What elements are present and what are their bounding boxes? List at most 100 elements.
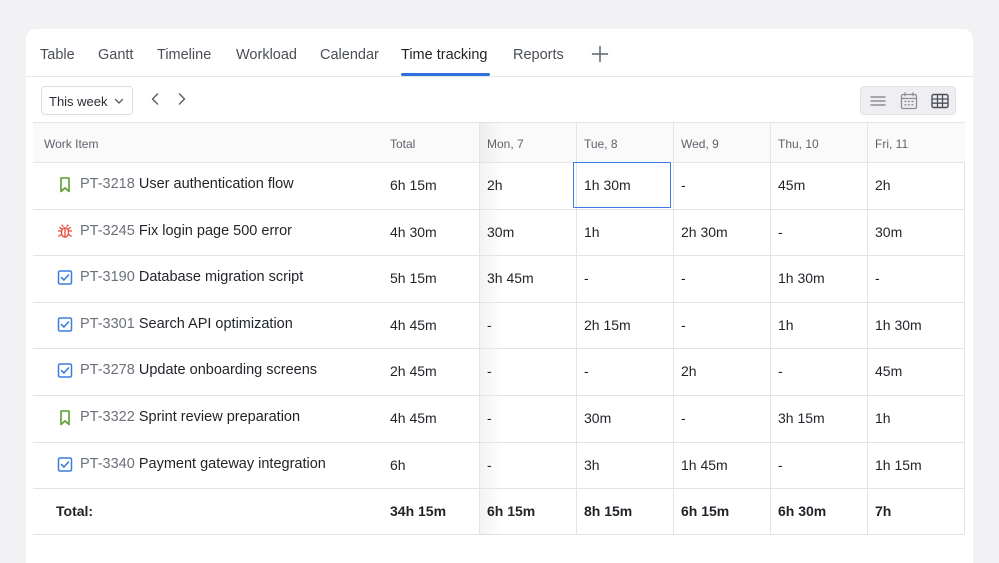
period-select[interactable]: This week xyxy=(41,86,133,115)
view-tabs: Table Gantt Timeline Workload Calendar T… xyxy=(26,29,973,77)
table-row: PT-3340 Payment gateway integration 6h - 3h… xyxy=(33,442,965,488)
time-cell-fri[interactable]: 1h 30m xyxy=(875,317,922,333)
table-view-icon[interactable] xyxy=(929,91,951,111)
time-cell-wed[interactable]: 2h xyxy=(681,363,697,379)
time-cell-wed[interactable]: - xyxy=(681,270,686,286)
time-cell-tue[interactable]: 30m xyxy=(584,410,611,426)
time-cell-mon[interactable]: 30m xyxy=(487,224,514,240)
totals-row: Total: 34h 15m 6h 15m 8h 15m 6h 15m 6h 3… xyxy=(33,488,965,534)
time-cell-wed[interactable]: - xyxy=(681,410,686,426)
time-cell-wed[interactable]: 2h 30m xyxy=(681,224,728,240)
tab-table[interactable]: Table xyxy=(40,47,75,63)
time-cell-mon[interactable]: - xyxy=(487,363,492,379)
time-cell-tue[interactable]: - xyxy=(584,270,589,286)
work-item-title: Update onboarding screens xyxy=(138,362,318,379)
story-icon xyxy=(60,177,70,193)
selected-cell-outline xyxy=(573,162,671,208)
work-item-key: PT-3301 xyxy=(80,315,135,332)
time-cell-fri[interactable]: 45m xyxy=(875,363,902,379)
tab-time-tracking[interactable]: Time tracking xyxy=(401,47,487,63)
bug-icon xyxy=(57,223,73,238)
work-item-title: Payment gateway integration xyxy=(138,455,326,472)
next-week-icon[interactable] xyxy=(175,91,189,107)
row-total: 4h 45m xyxy=(390,316,437,333)
time-cell-wed[interactable]: - xyxy=(681,317,686,333)
day-total-tue: 8h 15m xyxy=(584,503,633,519)
time-cell-mon[interactable]: 2h xyxy=(487,177,503,193)
grand-total: 34h 15m xyxy=(390,503,447,519)
view-mode-switcher xyxy=(860,86,956,115)
time-cell-mon[interactable]: 3h 45m xyxy=(487,270,534,286)
time-cell-fri[interactable]: - xyxy=(875,270,880,286)
time-cell-thu[interactable]: 3h 15m xyxy=(778,410,825,426)
table-row: PT-3322 Sprint review preparation 4h 45m -… xyxy=(33,395,965,441)
row-total: 5h 15m xyxy=(390,270,437,287)
day-total-mon: 6h 15m xyxy=(487,503,536,519)
task-icon xyxy=(57,456,73,472)
time-cell-tue[interactable]: 2h 15m xyxy=(584,317,631,333)
time-cell-tue[interactable]: 3h xyxy=(584,457,600,473)
time-cell-thu[interactable]: - xyxy=(778,224,783,240)
row-divider xyxy=(33,348,965,349)
row-divider xyxy=(33,488,965,489)
work-item-title: User authentication flow xyxy=(138,176,294,192)
time-cell-thu[interactable]: 1h 30m xyxy=(778,270,825,286)
row-divider xyxy=(33,442,965,443)
header-fri: Fri, 11 xyxy=(875,137,909,151)
tab-workload[interactable]: Workload xyxy=(236,47,297,63)
previous-week-icon[interactable] xyxy=(148,91,162,107)
time-cell-thu[interactable]: 45m xyxy=(778,177,805,193)
row-divider xyxy=(33,255,965,256)
time-cell-wed[interactable]: 1h 45m xyxy=(681,457,728,473)
time-cell-fri[interactable]: 2h xyxy=(875,177,891,193)
work-item-link[interactable]: PT-3245 Fix login page 500 error xyxy=(80,223,292,239)
work-item-key: PT-3340 xyxy=(80,455,135,472)
toolbar: This week xyxy=(26,77,973,123)
work-item-link[interactable]: PT-3190 Database migration script xyxy=(80,269,303,285)
header-work-item: Work Item xyxy=(44,137,99,151)
column-divider xyxy=(867,123,868,535)
row-divider xyxy=(33,162,965,163)
row-total: 4h 30m xyxy=(390,223,437,240)
work-item-link[interactable]: PT-3301 Search API optimization xyxy=(80,316,293,332)
time-cell-mon[interactable]: - xyxy=(487,410,492,426)
work-item-link[interactable]: PT-3218 User authentication flow xyxy=(80,176,294,192)
column-divider xyxy=(770,123,771,535)
time-cell-fri[interactable]: 1h 15m xyxy=(875,457,922,473)
work-item-key: PT-3278 xyxy=(80,362,135,379)
table-row: PT-3190 Database migration script 5h 15m 3… xyxy=(33,255,965,301)
task-icon xyxy=(57,270,73,285)
list-view-icon[interactable] xyxy=(867,91,889,111)
time-cell-thu[interactable]: 1h xyxy=(778,317,794,333)
period-select-label: This week xyxy=(49,94,108,109)
time-cell-mon[interactable]: - xyxy=(487,317,492,333)
table-row: PT-3245 Fix login page 500 error 4h 30m 30… xyxy=(33,209,965,255)
row-divider xyxy=(33,209,965,210)
tab-gantt[interactable]: Gantt xyxy=(98,47,133,63)
tab-reports[interactable]: Reports xyxy=(513,47,564,63)
time-cell-mon[interactable]: - xyxy=(487,457,492,473)
chevron-down-icon xyxy=(114,98,124,104)
table-row: PT-3218 User authentication flow 6h 15m 2h… xyxy=(33,162,965,208)
table-row: PT-3278 Update onboarding screens 2h 45m -… xyxy=(33,348,965,394)
time-cell-tue[interactable]: - xyxy=(584,363,589,379)
time-cell-tue[interactable]: 1h xyxy=(584,224,600,240)
add-view-icon[interactable] xyxy=(591,45,609,63)
time-cell-thu[interactable]: - xyxy=(778,457,783,473)
time-cell-thu[interactable]: - xyxy=(778,363,783,379)
work-item-key: PT-3218 xyxy=(80,176,135,192)
time-cell-wed[interactable]: - xyxy=(681,177,686,193)
work-item-link[interactable]: PT-3340 Payment gateway integration xyxy=(80,456,326,472)
column-divider xyxy=(479,123,480,535)
task-icon xyxy=(57,317,73,332)
work-item-link[interactable]: PT-3278 Update onboarding screens xyxy=(80,362,317,378)
tab-timeline[interactable]: Timeline xyxy=(157,47,211,63)
work-item-title: Fix login page 500 error xyxy=(138,222,293,239)
time-cell-fri[interactable]: 1h xyxy=(875,410,891,426)
story-icon xyxy=(60,410,70,426)
calendar-view-icon[interactable] xyxy=(898,91,920,111)
work-item-title: Search API optimization xyxy=(138,315,293,332)
time-cell-fri[interactable]: 30m xyxy=(875,224,902,240)
work-item-link[interactable]: PT-3322 Sprint review preparation xyxy=(80,409,300,425)
tab-calendar[interactable]: Calendar xyxy=(320,47,379,63)
